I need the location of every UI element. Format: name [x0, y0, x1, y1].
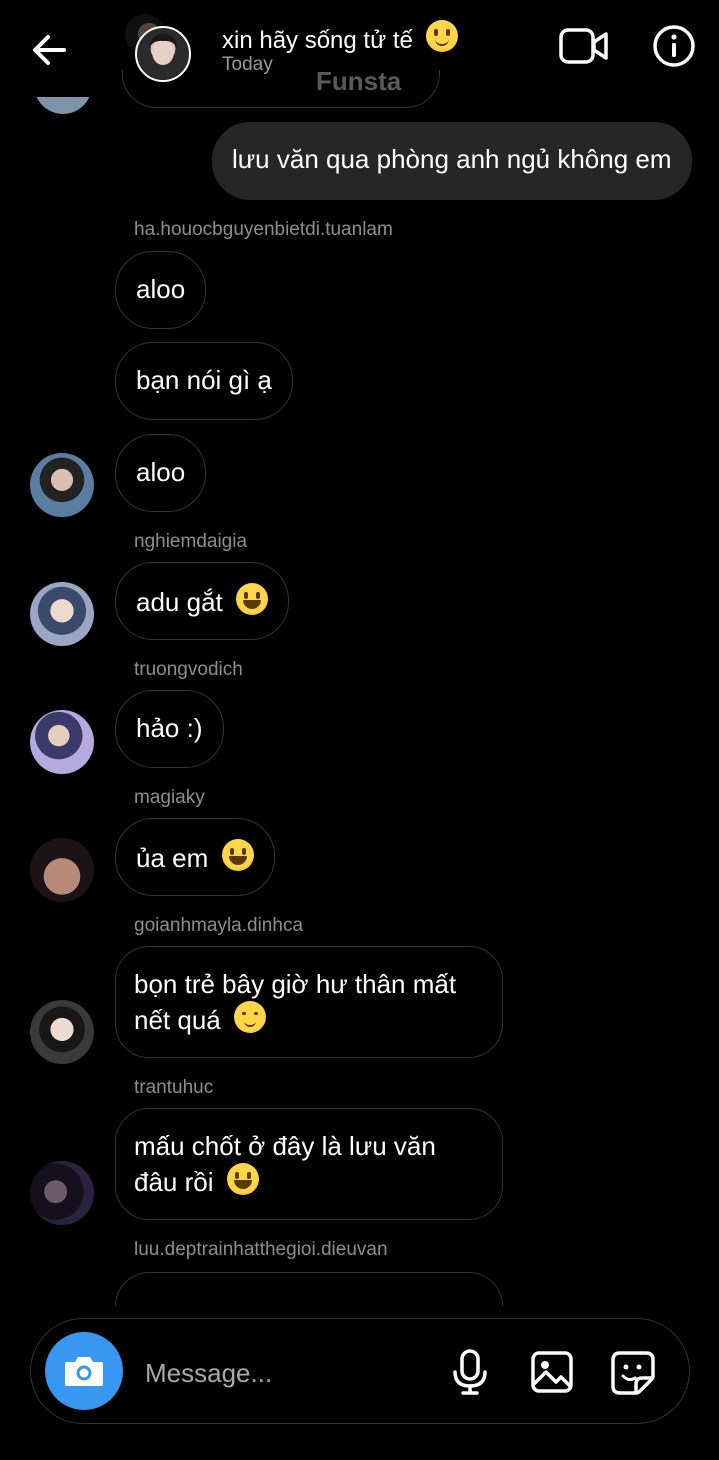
avatar[interactable]: [30, 453, 94, 517]
sticker-icon: [611, 1351, 655, 1395]
grinning-face-emoji-icon: [226, 1163, 259, 1195]
grinning-face-emoji-icon: [235, 583, 268, 615]
avatar[interactable]: [30, 1161, 94, 1225]
message-bubble[interactable]: aloo: [115, 251, 207, 329]
avatar[interactable]: [30, 838, 94, 902]
sender-name: goianhmayla.dinhca: [134, 915, 304, 936]
avatar-partial: [34, 80, 92, 114]
avatar[interactable]: [30, 710, 94, 774]
camera-button[interactable]: [45, 1332, 123, 1410]
conversation-status: Today: [222, 54, 273, 75]
sender-name: truongvodich: [134, 659, 243, 680]
group-avatar[interactable]: [135, 26, 191, 82]
message-bubble[interactable]: bọn trẻ bây giờ hư thân mất nết quá: [115, 946, 503, 1058]
relieved-face-emoji-icon: [233, 1001, 266, 1033]
video-call-icon: [559, 28, 608, 64]
message-input[interactable]: [143, 1350, 437, 1396]
message-bubble[interactable]: adu gắt: [115, 562, 289, 640]
sender-name: luu.deptrainhatthegioi.dieuvan: [134, 1239, 388, 1260]
camera-icon: [65, 1357, 103, 1386]
message-bubble[interactable]: bạn nói gì ạ: [115, 342, 293, 420]
message-bubble-partial[interactable]: [115, 1272, 503, 1306]
gallery-icon: [531, 1351, 573, 1393]
grinning-face-emoji-icon: [221, 839, 254, 871]
back-button[interactable]: [28, 30, 72, 70]
conversation-title[interactable]: xin hãy sống tử tế: [222, 20, 458, 55]
message-bubble[interactable]: mấu chốt ở đây là lưu văn đâu rồi: [115, 1108, 503, 1220]
gallery-button[interactable]: [530, 1350, 574, 1394]
voice-message-button[interactable]: [450, 1348, 490, 1396]
message-bubble[interactable]: aloo: [115, 434, 207, 512]
watermark-text: Funsta: [316, 66, 402, 96]
video-call-button[interactable]: [558, 26, 610, 66]
info-button[interactable]: [652, 24, 696, 68]
message-bubble[interactable]: hảo :): [115, 690, 224, 768]
sender-name: magiaky: [134, 787, 205, 808]
avatar[interactable]: [30, 1000, 94, 1064]
sender-name: nghiemdaigia: [134, 531, 248, 552]
info-icon: [653, 25, 695, 67]
microphone-icon: [453, 1349, 487, 1395]
sticker-button[interactable]: [610, 1350, 656, 1396]
back-arrow-icon: [33, 35, 66, 65]
avatar[interactable]: [30, 582, 94, 646]
message-bubble-outgoing[interactable]: lưu văn qua phòng anh ngủ không em: [212, 122, 692, 200]
message-bubble[interactable]: ủa em: [115, 818, 275, 896]
sender-name: ha.houocbguyenbietdi.tuanlam: [134, 219, 393, 240]
smiling-face-emoji-icon: [425, 20, 458, 52]
sender-name: trantuhuc: [134, 1077, 214, 1098]
